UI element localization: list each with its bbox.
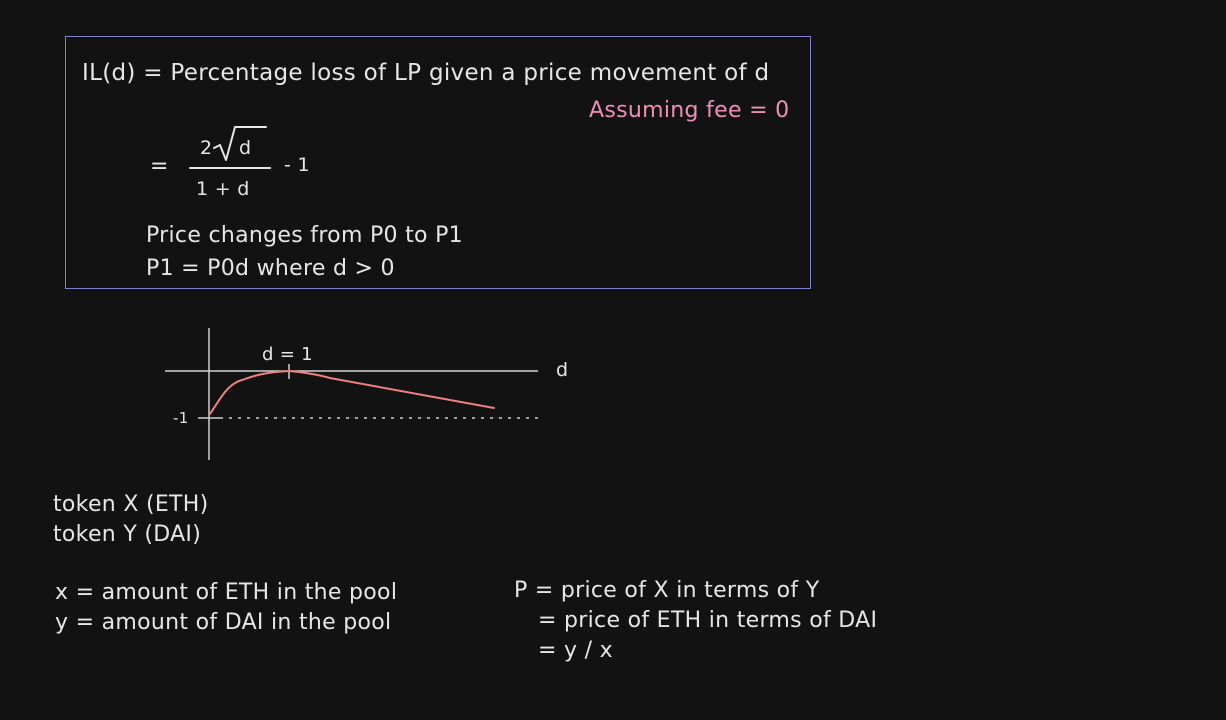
numerator-coefficient: 2 [200, 137, 213, 159]
minus-one: - 1 [284, 154, 310, 176]
price-change-text: Price changes from P0 to P1 [146, 223, 463, 248]
numerator-variable: d [239, 137, 252, 159]
denominator: 1 + d [196, 178, 250, 200]
y-amount-definition: y = amount of DAI in the pool [55, 610, 392, 635]
y-axis-label: -1 [173, 409, 189, 427]
price-eth-dai: = price of ETH in terms of DAI [538, 608, 878, 633]
fee-assumption: Assuming fee = 0 [589, 98, 790, 123]
tick-label-d1: d = 1 [262, 344, 313, 365]
x-axis-label: d [556, 359, 569, 381]
token-y-label: token Y (DAI) [53, 522, 202, 547]
equals-sign: = [150, 154, 169, 179]
price-ratio: = y / x [538, 638, 613, 663]
il-curve [209, 370, 495, 415]
price-definition: P = price of X in terms of Y [514, 578, 820, 603]
il-definition: IL(d) = Percentage loss of LP given a pr… [82, 60, 770, 86]
price-relation-text: P1 = P0d where d > 0 [146, 256, 395, 281]
token-x-label: token X (ETH) [53, 492, 209, 517]
x-amount-definition: x = amount of ETH in the pool [55, 580, 398, 605]
